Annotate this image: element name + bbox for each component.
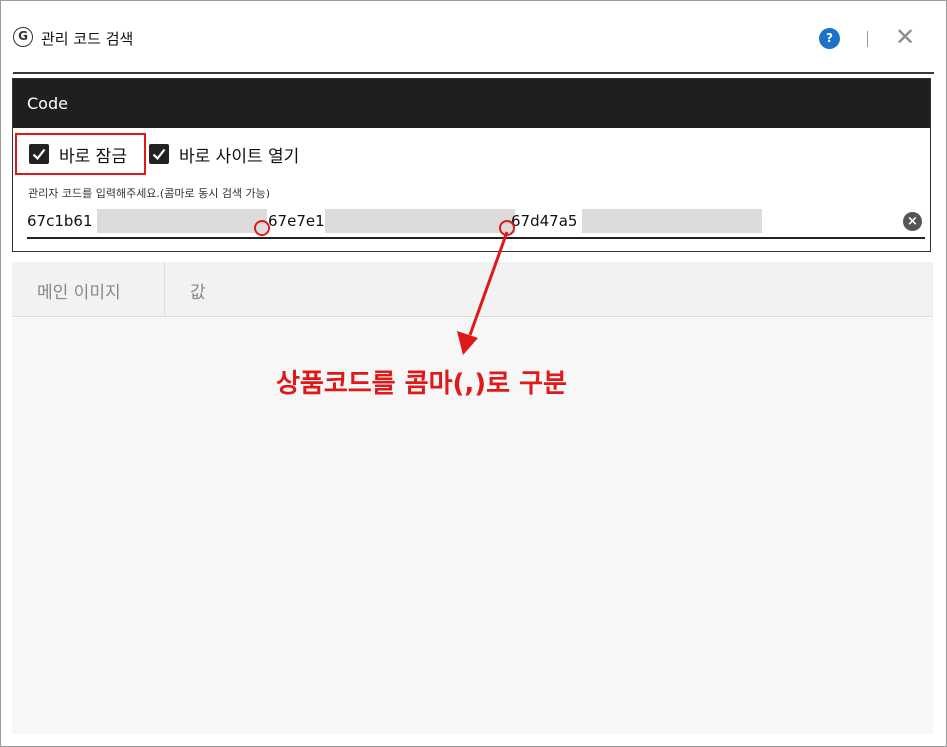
annotation-text: 상품코드를 콤마(,)로 구분: [276, 369, 567, 399]
